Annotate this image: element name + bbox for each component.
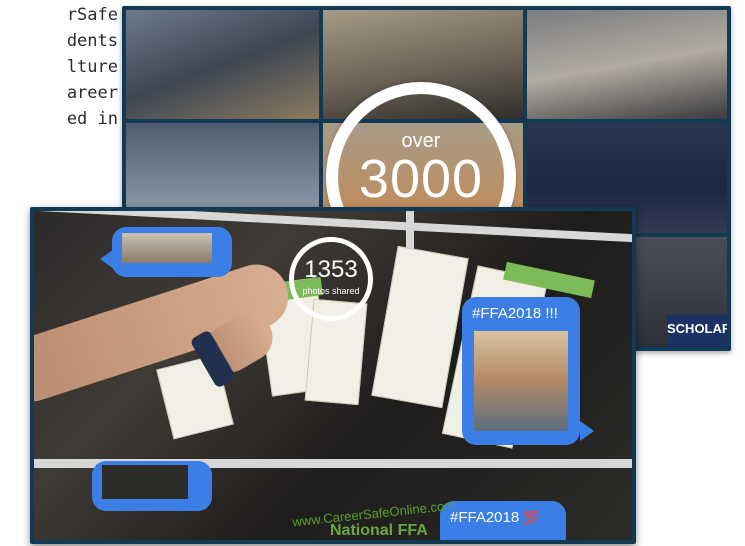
photos-shared-count: 1353: [304, 256, 358, 283]
side-line-4: areer: [66, 83, 118, 103]
side-line-2: dents: [66, 31, 118, 51]
bubble-tail: [580, 421, 594, 441]
photos-shared-caption: photos shared: [302, 286, 360, 296]
hundred-points-icon: 💯: [523, 510, 540, 525]
bubble-photo: [122, 233, 212, 263]
side-line-5: ed in: [66, 109, 118, 129]
hashtag-label: #FFA2018 !!!: [472, 305, 558, 322]
bubble-selfie-photo: [474, 331, 568, 431]
counter-value: 3000: [358, 149, 484, 209]
social-bubble-bottom-right: #FFA2018 💯: [440, 501, 566, 540]
photo-wall-scene: #FFA2018 !!! #FFA2018 💯 www.CareerSafeOn…: [34, 211, 632, 540]
bubble-tail: [100, 249, 114, 269]
hashtag-label: #FFA2018 💯: [450, 509, 540, 526]
booth-title: National FFA: [330, 522, 428, 539]
scholar-banner: SCHOLAR: [667, 315, 727, 347]
front-photo-collage: #FFA2018 !!! #FFA2018 💯 www.CareerSafeOn…: [30, 207, 636, 544]
social-bubble-right: #FFA2018 !!!: [462, 297, 580, 445]
side-paragraph: rSafe dents lture areer ed in: [0, 2, 118, 132]
bubble-photo: [102, 465, 188, 499]
hashtag-text: #FFA2018: [450, 509, 520, 526]
side-line-1: rSafe: [66, 5, 118, 25]
social-bubble-top-left: [112, 227, 232, 277]
side-line-3: lture: [66, 57, 118, 77]
photo-equipment-demo: [527, 10, 727, 119]
photo-tablet-touch: [126, 10, 319, 119]
photos-shared-ring: 1353 photos shared: [289, 237, 373, 321]
social-bubble-bottom-left: [92, 461, 212, 511]
